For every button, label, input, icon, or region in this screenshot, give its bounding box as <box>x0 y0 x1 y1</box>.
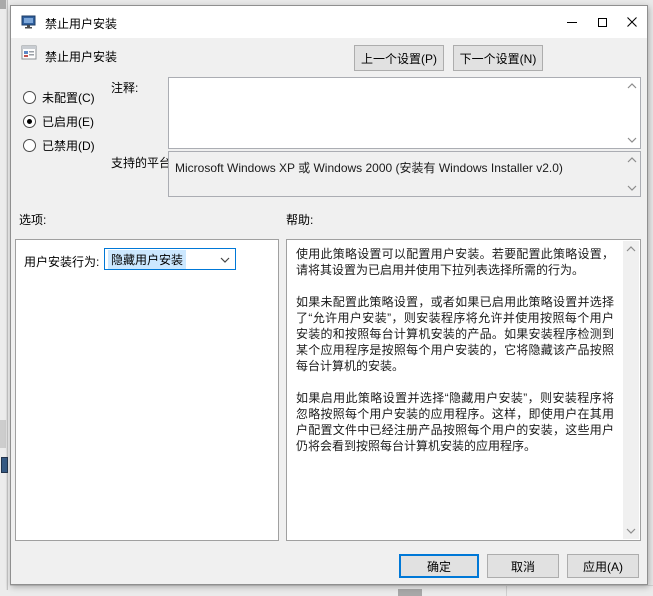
setting-name-label: 禁止用户安装 <box>45 48 117 65</box>
background-window-bottom-fragment <box>10 585 653 596</box>
radio-icon[interactable] <box>23 139 36 152</box>
user-install-behavior-label: 用户安装行为: <box>24 253 99 270</box>
minimize-icon <box>567 22 577 23</box>
supported-on-label: 支持的平台: <box>111 154 174 171</box>
cancel-button[interactable]: 取消 <box>487 554 559 578</box>
ok-button[interactable]: 确定 <box>399 554 479 578</box>
scroll-down-icon[interactable] <box>627 185 637 191</box>
help-paragraph: 如果未配置此策略设置，或者如果已启用此策略设置并选择了“允许用户安装”，则安装程… <box>296 294 614 374</box>
scroll-down-icon[interactable] <box>626 528 636 534</box>
radio-label: 未配置(C) <box>42 89 95 106</box>
radio-enabled[interactable]: 已启用(E) <box>23 114 94 128</box>
options-section-label: 选项: <box>19 211 46 228</box>
previous-setting-button[interactable]: 上一个设置(P) <box>354 45 444 71</box>
scroll-up-icon[interactable] <box>627 157 637 163</box>
help-paragraph: 使用此策略设置可以配置用户安装。若要配置此策略设置，请将其设置为已启用并使用下拉… <box>296 246 614 278</box>
policy-setting-dialog: 禁止用户安装 禁止用户安装 上一个设置(P) 下一个设置(N) 未 <box>10 5 648 585</box>
radio-not-configured[interactable]: 未配置(C) <box>23 90 95 104</box>
next-setting-button[interactable]: 下一个设置(N) <box>453 45 543 71</box>
help-scrollbar[interactable] <box>623 241 639 539</box>
background-item-icon <box>1 457 8 473</box>
close-button[interactable] <box>617 6 647 38</box>
setting-icon <box>21 45 37 61</box>
background-block-fragment <box>0 420 6 448</box>
help-text: 使用此策略设置可以配置用户安装。若要配置此策略设置，请将其设置为已启用并使用下拉… <box>296 246 614 470</box>
comment-textarea[interactable] <box>168 77 641 149</box>
maximize-button[interactable] <box>587 6 617 38</box>
background-window-left-fragment <box>0 0 10 596</box>
background-scrollbar-thumb <box>398 589 422 596</box>
radio-icon[interactable] <box>23 91 36 104</box>
maximize-icon <box>598 18 607 27</box>
titlebar[interactable]: 禁止用户安装 <box>11 6 647 38</box>
screen: 禁止用户安装 禁止用户安装 上一个设置(P) 下一个设置(N) 未 <box>0 0 653 596</box>
background-divider <box>506 586 507 596</box>
radio-label: 已禁用(D) <box>42 137 95 154</box>
supported-on-value: Microsoft Windows XP 或 Windows 2000 (安装有… <box>175 159 618 176</box>
scroll-up-icon[interactable] <box>627 83 637 89</box>
close-icon <box>627 17 637 27</box>
scroll-up-icon[interactable] <box>626 246 636 252</box>
help-section-label: 帮助: <box>286 211 313 228</box>
chevron-down-icon <box>220 257 230 263</box>
user-install-behavior-dropdown[interactable]: 隐藏用户安装 <box>104 248 236 270</box>
options-panel: 用户安装行为: 隐藏用户安装 <box>15 239 279 541</box>
help-panel: 使用此策略设置可以配置用户安装。若要配置此策略设置，请将其设置为已启用并使用下拉… <box>286 239 641 541</box>
radio-icon[interactable] <box>23 115 36 128</box>
apply-button[interactable]: 应用(A) <box>567 554 639 578</box>
window-title: 禁止用户安装 <box>45 15 117 32</box>
minimize-button[interactable] <box>557 6 587 38</box>
background-scrollbar-fragment <box>6 0 8 590</box>
dropdown-selected-value: 隐藏用户安装 <box>108 250 186 269</box>
supported-on-box: Microsoft Windows XP 或 Windows 2000 (安装有… <box>168 151 641 197</box>
scroll-down-icon[interactable] <box>627 137 637 143</box>
radio-label: 已启用(E) <box>42 113 94 130</box>
group-policy-icon <box>21 14 37 30</box>
help-paragraph: 如果启用此策略设置并选择“隐藏用户安装”，则安装程序将忽略按照每个用户安装的应用… <box>296 390 614 454</box>
comment-label: 注释: <box>111 79 138 96</box>
radio-disabled[interactable]: 已禁用(D) <box>23 138 95 152</box>
